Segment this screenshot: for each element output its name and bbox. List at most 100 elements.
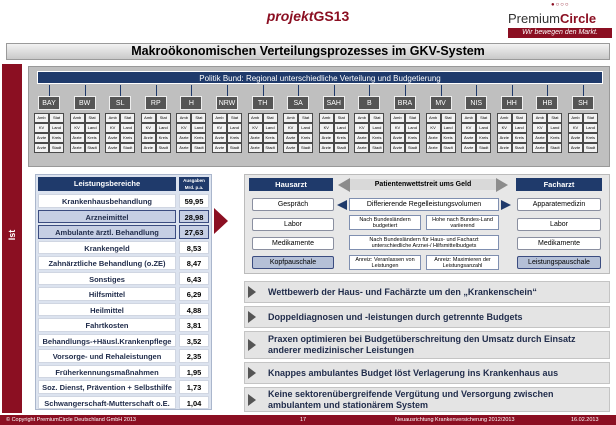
bullet-text: Keine sektorenübergreifende Vergütung un…: [268, 388, 554, 410]
grid-cell: Stat: [584, 114, 597, 122]
state-grid: Amb Stat KV Land Ärzte Kreis Ärzte Stadt: [496, 113, 527, 153]
leistungsbereich-label: Früherkennungsmaßnahmen: [38, 364, 176, 378]
grid-cell: Land: [50, 124, 63, 132]
grid-cell: Stat: [121, 114, 135, 122]
grid-cell: Kreis: [477, 134, 491, 142]
grid-cell: Land: [299, 124, 313, 132]
grid-cell: Kreis: [156, 134, 170, 142]
regelleistung-box: Differierende Regelleistungsvolumen: [349, 198, 499, 211]
arrow-right-icon: [501, 200, 511, 210]
grid-cell: Stadt: [477, 144, 491, 152]
state-connector: [369, 85, 371, 96]
grid-cell: Amb: [284, 114, 298, 122]
state-th: TH: [251, 96, 274, 110]
state-grid: Amb Stat KV Land Ärzte Kreis Ärzte Stadt: [176, 113, 207, 153]
logo-dots-icon: ●○○○: [551, 2, 570, 8]
grid-cell: Stadt: [121, 144, 135, 152]
grid-cell: Ärzte: [426, 144, 440, 152]
grid-cell: Ärzte: [569, 134, 582, 142]
bullet-text: Wettbewerb der Haus- und Fachärzte um de…: [268, 286, 537, 297]
leistungsbereich-value: 3,81: [179, 318, 209, 332]
right-item-apparatemedizin: Apparatemedizin: [517, 198, 601, 211]
state-connector: [262, 85, 264, 96]
state-connector: [333, 85, 335, 96]
grid-cell: Ärzte: [177, 144, 191, 152]
slide-title: Makroökonomischen Verteilungsprozesses i…: [6, 43, 610, 60]
logo-tagline: Wir bewegen den Markt.: [508, 28, 612, 38]
grid-cell: Ärzte: [106, 134, 120, 142]
grid-cell: Ärzte: [533, 144, 547, 152]
grid-cell: KV: [284, 124, 298, 132]
state-bw: BW: [73, 96, 96, 110]
grid-cell: KV: [569, 124, 582, 132]
grid-cell: Ärzte: [70, 134, 84, 142]
grid-cell: Land: [85, 124, 99, 132]
state-grid: Amb Stat KV Land Ärzte Kreis Ärzte Stadt: [461, 113, 492, 153]
grid-cell: Kreis: [121, 134, 135, 142]
grid-cell: KV: [35, 124, 48, 132]
grid-cell: Kreis: [548, 134, 562, 142]
leistungsbereich-value: 3,52: [179, 333, 209, 347]
state-connector: [440, 85, 442, 96]
leistungsbereich-label: Hilfsmittel: [38, 287, 176, 301]
state-bay: BAY: [38, 96, 60, 110]
grid-cell: Land: [441, 124, 455, 132]
state-connector: [298, 85, 300, 96]
grid-cell: Ärzte: [497, 144, 511, 152]
logo-name-2: Circle: [560, 11, 597, 26]
bullet-arrow-icon: [248, 286, 256, 298]
footer-page: 17: [300, 417, 307, 423]
grid-cell: Stat: [263, 114, 277, 122]
note-arzneibudgets: Nach Bundesländern für Haus- und Facharz…: [349, 235, 499, 250]
grid-cell: Ärzte: [70, 144, 84, 152]
grid-cell: Land: [263, 124, 277, 132]
note-variierend: Hohe nach Bundes-Land variierend: [426, 215, 499, 230]
logo: PremiumCircle: [508, 11, 596, 26]
grid-cell: Ärzte: [462, 144, 476, 152]
grid-cell: Ärzte: [319, 134, 333, 142]
state-hh: HH: [500, 96, 523, 110]
grid-cell: Stat: [156, 114, 170, 122]
grid-cell: Stat: [512, 114, 526, 122]
grid-cell: Land: [548, 124, 562, 132]
grid-cell: Ärzte: [319, 144, 333, 152]
leistungsbereiche-header: Leistungsbereiche: [38, 177, 176, 191]
grid-cell: Stat: [334, 114, 348, 122]
grid-cell: Land: [334, 124, 348, 132]
leistungsbereich-label: Soz. Dienst, Prävention + Selbsthilfe: [38, 380, 176, 394]
grid-cell: Stadt: [584, 144, 597, 152]
grid-cell: Kreis: [441, 134, 455, 142]
right-item-labor: Labor: [517, 218, 601, 231]
state-connector: [227, 85, 228, 96]
grid-cell: Amb: [70, 114, 84, 122]
note-veranlassen: Anreiz: Veranlassen von Leistungen: [349, 255, 421, 270]
grid-cell: Stat: [441, 114, 455, 122]
grid-cell: Land: [228, 124, 241, 132]
grid-cell: Amb: [319, 114, 333, 122]
grid-cell: Stadt: [406, 144, 419, 152]
leistungsbereich-value: 1,04: [179, 395, 209, 409]
footer-subject: Neuausrichtung Krankenversicherung 2012/…: [395, 417, 515, 423]
footer: © Copyright PremiumCircle Deutschland Gm…: [0, 415, 616, 425]
hausarzt-header: Hausarzt: [249, 178, 333, 191]
grid-cell: Amb: [497, 114, 511, 122]
grid-cell: Ärzte: [355, 134, 369, 142]
grid-cell: Ärzte: [355, 144, 369, 152]
grid-cell: Amb: [533, 114, 547, 122]
facharzt-header: Facharzt: [516, 178, 602, 191]
state-connector: [405, 85, 406, 96]
leistungsbereich-label: Arzneimittel: [38, 209, 176, 223]
grid-cell: Kreis: [85, 134, 99, 142]
grid-cell: Amb: [248, 114, 262, 122]
grid-cell: Amb: [35, 114, 48, 122]
state-grid: Amb Stat KV Land Ärzte Kreis Ärzte Stadt: [247, 113, 278, 153]
arrow-right-icon: [496, 178, 508, 192]
grid-cell: Stadt: [334, 144, 348, 152]
grid-cell: Amb: [426, 114, 440, 122]
left-item-kopfpauschale: Kopfpauschale: [252, 256, 334, 269]
leistungsbereich-value: 2,35: [179, 349, 209, 363]
state-grid: Amb Stat KV Land Ärzte Kreis Ärzte Stadt: [532, 113, 563, 153]
grid-cell: Ärzte: [284, 144, 298, 152]
leistungsbereich-label: Behandlungs-+Häusl.Krankenpflege: [38, 333, 176, 347]
leistungsbereich-value: 6,29: [179, 287, 209, 301]
